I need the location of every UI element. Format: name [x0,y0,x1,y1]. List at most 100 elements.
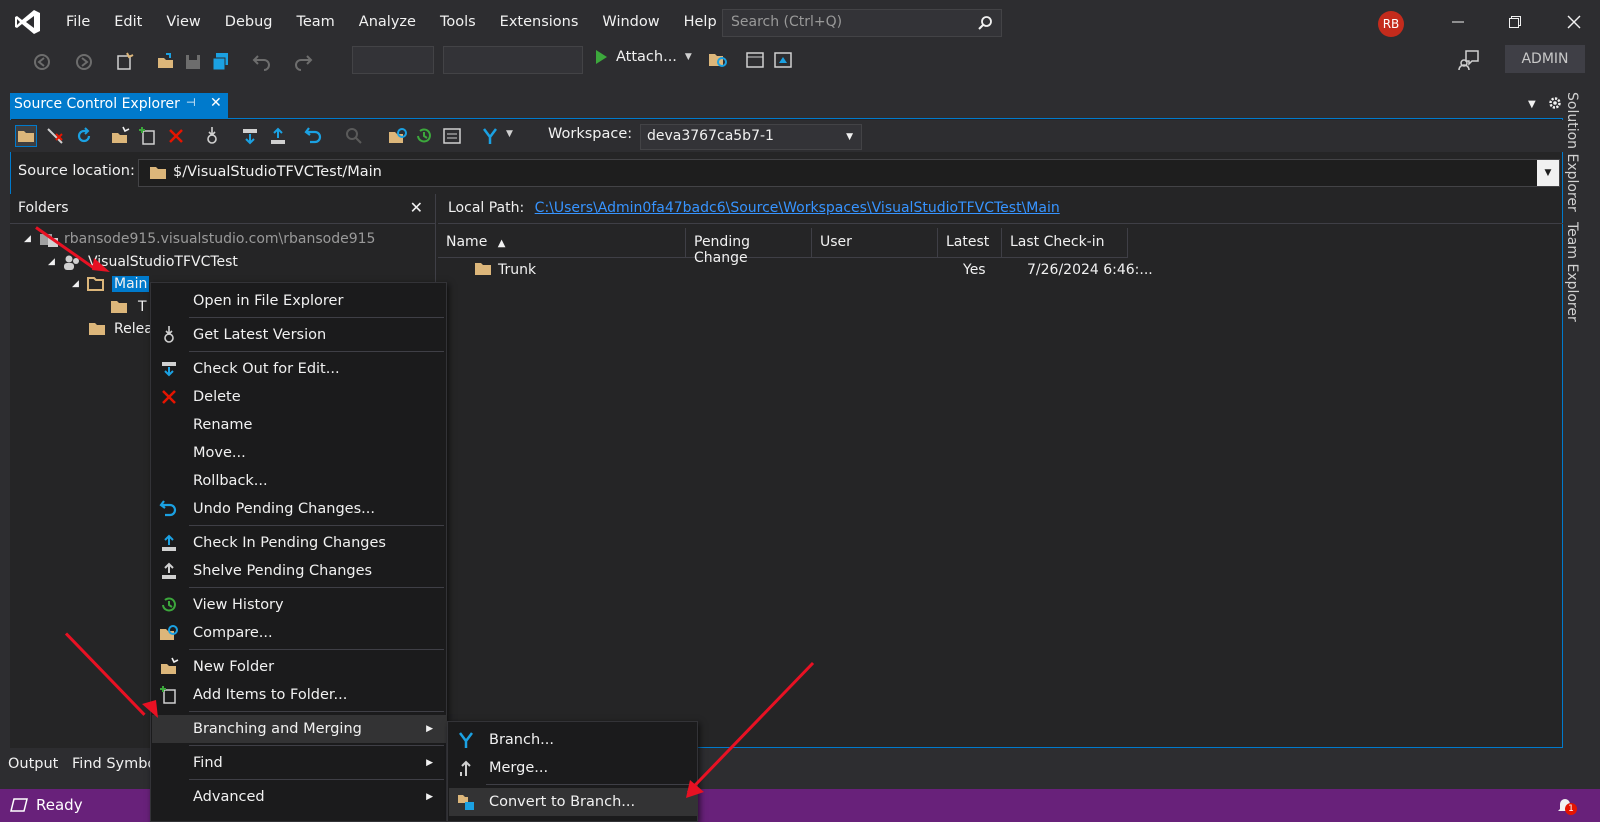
disconnect-icon[interactable] [45,126,65,146]
restore-button[interactable] [1497,6,1533,38]
menu-item-new-folder[interactable]: New Folder [152,653,447,681]
folders-close-button[interactable]: ✕ [410,198,423,217]
menu-item-view-history[interactable]: View History [152,591,447,619]
forward-icon[interactable] [74,52,94,72]
tree-item-main[interactable]: ◢ Main [72,273,150,295]
tree-item-server[interactable]: ◢ rbansode915.visualstudio.com\rbansode9… [24,228,375,250]
menu-item-undo-pending-changes[interactable]: Undo Pending Changes... [152,495,447,523]
tree-item-releases[interactable]: Relea [88,318,153,340]
column-header-name[interactable]: Name ▲ [438,228,686,258]
menu-tools[interactable]: Tools [428,14,488,30]
side-tab-solution-explorer[interactable]: Solution Explorer [1564,92,1580,212]
compare-icon[interactable] [388,126,408,146]
menu-team[interactable]: Team [284,14,346,30]
column-header-latest[interactable]: Latest [938,228,1002,258]
get-latest-icon[interactable] [202,126,222,146]
open-file-icon[interactable] [156,52,176,72]
source-location-field[interactable]: $/VisualStudioTFVCTest/Main ▼ [138,159,1560,187]
source-location-label: Source location: [18,163,135,179]
undo-pending-icon[interactable] [304,126,324,146]
menu-item-add-items-to-folder[interactable]: Add Items to Folder... [152,681,447,709]
refresh-icon[interactable] [74,126,94,146]
pin-icon[interactable]: ⊣ [186,96,196,109]
local-path-label: Local Path: [448,200,525,216]
menu-item-label: Merge... [489,760,549,776]
menu-help[interactable]: Help [672,14,729,30]
menu-extensions[interactable]: Extensions [488,14,591,30]
menu-item-compare[interactable]: Compare... [152,619,447,647]
checkout-icon[interactable] [240,126,260,146]
save-icon[interactable] [183,52,203,72]
search-input[interactable]: Search (Ctrl+Q) [722,9,1002,37]
admin-badge[interactable]: ADMIN [1505,45,1585,73]
close-window-button[interactable] [1556,6,1592,38]
column-header-last-checkin[interactable]: Last Check-in [1002,228,1128,258]
tab-close-button[interactable]: ✕ [210,95,222,111]
avatar[interactable]: RB [1378,11,1404,37]
add-items-icon[interactable] [138,126,158,146]
menu-item-check-out-for-edit[interactable]: Check Out for Edit... [152,355,447,383]
menu-item-open-in-file-explorer[interactable]: Open in File Explorer [152,287,447,315]
solution-config-dropdown[interactable] [352,46,434,74]
minimize-button[interactable] [1440,6,1476,38]
undo-icon [159,500,177,517]
feedback-icon[interactable] [1458,49,1480,71]
menu-analyze[interactable]: Analyze [347,14,428,30]
tab-source-control-explorer[interactable]: Source Control Explorer ⊣ ✕ [10,93,228,118]
source-location-dropdown-icon[interactable]: ▼ [1537,160,1559,186]
menu-debug[interactable]: Debug [213,14,285,30]
column-header-pending-change[interactable]: Pending Change [686,228,812,266]
menu-item-get-latest-version[interactable]: Get Latest Version [152,321,447,349]
attach-button[interactable]: Attach... ▼ [594,49,692,65]
menu-item-find[interactable]: Find ▶ [152,749,447,777]
expand-arrow-icon[interactable]: ◢ [24,234,38,244]
expand-arrow-icon[interactable]: ◢ [72,279,86,289]
menu-view[interactable]: View [154,14,212,30]
menu-window[interactable]: Window [590,14,671,30]
tab-find-symbol[interactable]: Find Symbo [72,756,156,772]
workspace-dropdown[interactable]: deva3767ca5b7-1 ▼ [640,124,862,150]
menu-item-branching-and-merging[interactable]: Branching and Merging ▶ [152,715,447,743]
find-icon[interactable] [344,126,364,146]
menu-item-move[interactable]: Move... [152,439,447,467]
checkin-icon[interactable] [268,126,288,146]
column-header-user[interactable]: User [812,228,938,258]
back-icon[interactable] [32,52,52,72]
chevron-down-icon[interactable]: ▼ [506,129,513,139]
menu-item-rename[interactable]: Rename [152,411,447,439]
save-all-icon[interactable] [211,52,231,72]
local-path-link[interactable]: C:\Users\Admin0fa47badc6\Source\Workspac… [535,200,1060,216]
branch-icon[interactable] [480,126,500,146]
menu-edit[interactable]: Edit [102,14,154,30]
solution-platform-dropdown[interactable] [443,46,583,74]
redo-icon[interactable] [293,52,313,72]
menu-item-merge[interactable]: Merge... [449,754,698,782]
new-project-icon[interactable] [114,52,134,72]
cell-latest: Yes [963,262,986,278]
tree-item-trunk[interactable]: T [110,296,147,318]
folders-toggle-icon[interactable] [15,125,37,147]
find-in-files-icon[interactable] [708,51,728,69]
menu-item-label: Compare... [193,625,273,641]
expand-arrow-icon[interactable]: ◢ [48,257,62,267]
browser-icon[interactable] [774,52,792,68]
table-row[interactable] [438,258,1558,282]
menu-item-convert-to-branch[interactable]: Convert to Branch... [449,788,698,816]
gear-icon[interactable] [1548,96,1562,110]
menu-item-check-in-pending-changes[interactable]: Check In Pending Changes [152,529,447,557]
new-folder-icon[interactable] [110,126,130,146]
menu-item-branch[interactable]: Branch... [449,726,698,754]
menu-item-rollback[interactable]: Rollback... [152,467,447,495]
menu-item-delete[interactable]: Delete [152,383,447,411]
tab-output[interactable]: Output [8,756,58,772]
history-icon[interactable] [414,126,434,146]
tab-list-dropdown-icon[interactable]: ▼ [1528,99,1536,110]
window-layout-icon[interactable] [746,52,764,68]
menu-item-advanced[interactable]: Advanced ▶ [152,783,447,811]
menu-item-shelve-pending-changes[interactable]: Shelve Pending Changes [152,557,447,585]
shelvesets-icon[interactable] [442,126,462,146]
menu-file[interactable]: File [54,14,102,30]
side-tab-team-explorer[interactable]: Team Explorer [1564,222,1580,322]
undo-icon[interactable] [252,52,272,72]
delete-icon[interactable] [166,126,186,146]
